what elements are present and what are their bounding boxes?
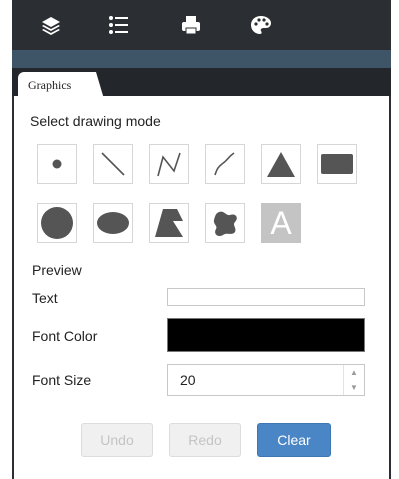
point-icon: [52, 159, 62, 169]
mode-text-button[interactable]: A: [261, 203, 301, 243]
redo-button[interactable]: Redo: [169, 423, 241, 457]
freehand-polygon-icon: [213, 211, 237, 237]
mode-freehand-line-button[interactable]: [205, 144, 245, 184]
font-color-label: Font Color: [32, 328, 98, 344]
freehand-line-icon: [214, 152, 235, 176]
line-icon: [101, 152, 125, 176]
mode-polyline-button[interactable]: [149, 144, 189, 184]
mode-point-button[interactable]: [37, 144, 77, 184]
font-color-picker[interactable]: [167, 318, 365, 352]
polygon-icon: [155, 209, 183, 237]
mode-rectangle-button[interactable]: [317, 144, 357, 184]
drawing-mode-heading: Select drawing mode: [30, 113, 161, 129]
font-size-spinner: ▲ ▼: [343, 365, 364, 395]
layers-icon[interactable]: [36, 10, 66, 40]
circle-icon: [41, 207, 73, 239]
text-label: Text: [32, 290, 58, 306]
font-size-label: Font Size: [32, 372, 92, 388]
clear-button[interactable]: Clear: [257, 423, 331, 457]
mode-freehand-polygon-button[interactable]: [205, 203, 245, 243]
text-input[interactable]: [167, 288, 365, 306]
mode-polygon-button[interactable]: [149, 203, 189, 243]
top-toolbar: [12, 0, 391, 50]
print-icon[interactable]: [176, 10, 206, 40]
tab-graphics[interactable]: Graphics: [18, 72, 104, 99]
preview-heading: Preview: [32, 262, 82, 278]
list-icon[interactable]: [103, 10, 133, 40]
palette-icon[interactable]: [246, 10, 276, 40]
font-size-input[interactable]: 20 ▲ ▼: [167, 364, 365, 396]
triangle-icon: [267, 152, 295, 177]
mode-line-button[interactable]: [93, 144, 133, 184]
mode-circle-button[interactable]: [37, 203, 77, 243]
spin-down-icon[interactable]: ▼: [344, 380, 364, 395]
rectangle-icon: [321, 154, 353, 174]
ellipse-icon: [97, 212, 129, 234]
polyline-icon: [157, 152, 181, 177]
mode-triangle-button[interactable]: [261, 144, 301, 184]
text-mode-icon: A: [270, 205, 292, 241]
spin-up-icon[interactable]: ▲: [344, 365, 364, 380]
graphics-panel: Select drawing mode A Preview Text Font …: [12, 96, 391, 479]
title-band: [12, 50, 391, 68]
mode-ellipse-button[interactable]: [93, 203, 133, 243]
font-size-value: 20: [180, 372, 196, 388]
undo-button[interactable]: Undo: [81, 423, 153, 457]
graphics-widget: Graphics Select drawing mode A Preview T…: [12, 0, 391, 479]
